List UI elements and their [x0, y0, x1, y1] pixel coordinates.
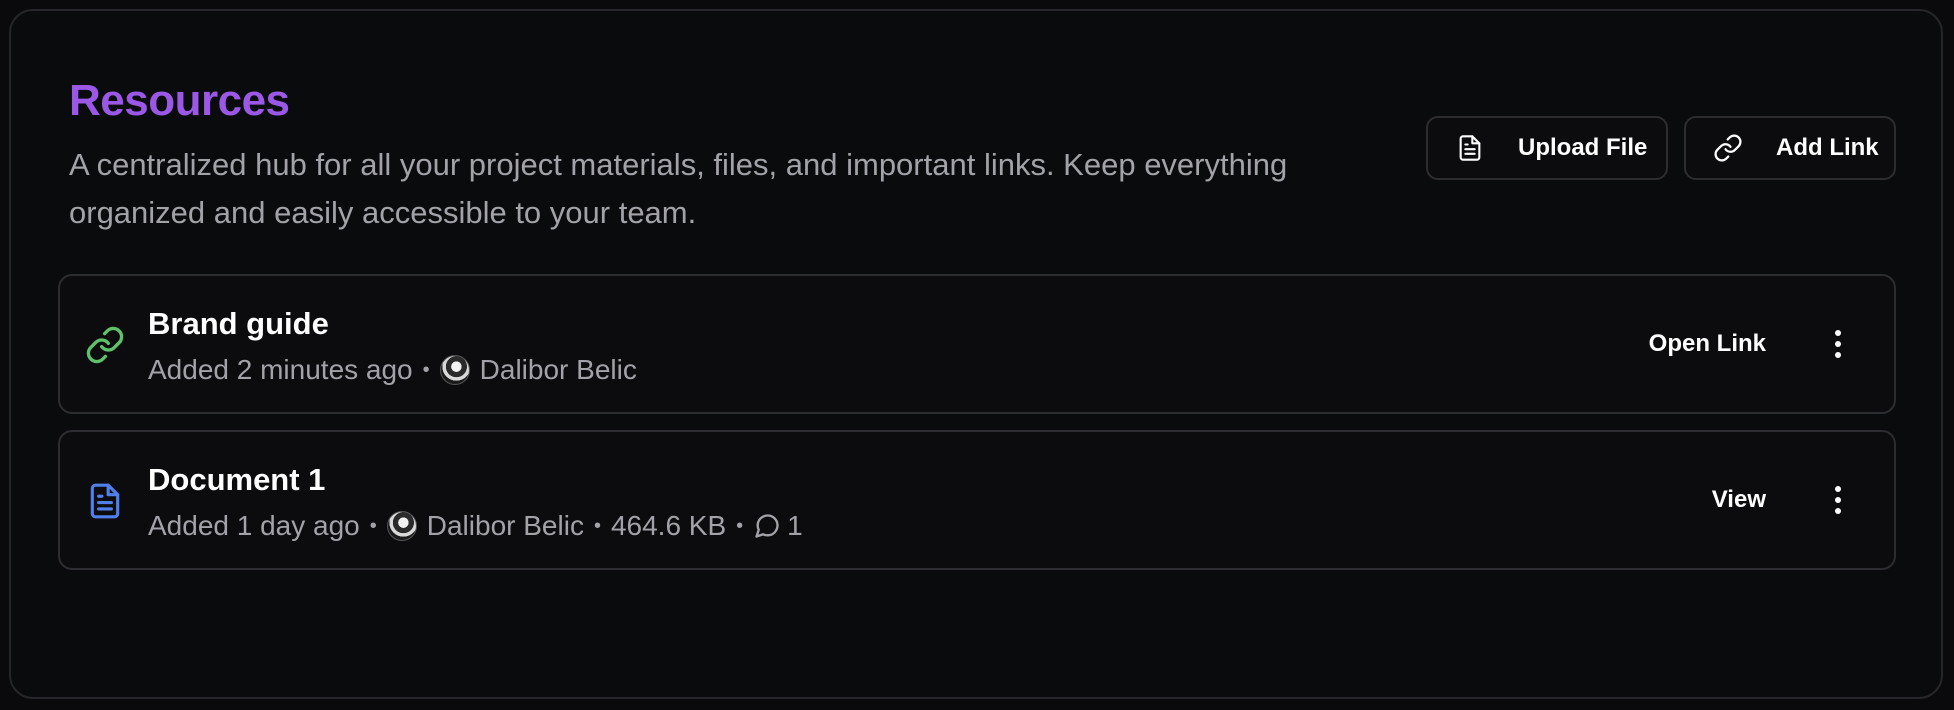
page-description: A centralized hub for all your project m… [69, 147, 1288, 230]
author-name: Dalibor Belic [479, 354, 637, 385]
resource-name[interactable]: Document 1 [148, 460, 325, 500]
file-size: 464.6 KB [610, 510, 727, 541]
view-button[interactable]: View [1712, 484, 1766, 516]
more-options-icon[interactable] [1828, 482, 1848, 518]
add-link-button[interactable]: Add Link [1684, 116, 1896, 180]
upload-file-label: Upload File [1518, 134, 1648, 161]
link-icon [84, 324, 126, 366]
comment-icon[interactable] [753, 512, 781, 540]
link-icon [1712, 132, 1744, 164]
more-options-icon[interactable] [1828, 326, 1848, 362]
separator: • [422, 359, 430, 381]
resource-item-document-1[interactable]: Document 1 Added 1 day ago • Dalibor Bel… [58, 430, 1896, 570]
separator: • [736, 515, 744, 537]
separator: • [593, 515, 601, 537]
resource-meta: Added 2 minutes ago • Dalibor Belic [148, 352, 637, 388]
avatar [439, 355, 470, 385]
page-title: Resources [69, 76, 290, 125]
added-time: Added 2 minutes ago [148, 354, 413, 385]
file-icon [1454, 132, 1486, 164]
author-name: Dalibor Belic [426, 510, 584, 541]
add-link-label: Add Link [1776, 134, 1879, 161]
avatar [386, 511, 417, 541]
upload-file-button[interactable]: Upload File [1426, 116, 1668, 180]
separator: • [369, 515, 377, 537]
added-time: Added 1 day ago [148, 510, 360, 541]
resource-meta: Added 1 day ago • Dalibor Belic • 464.6 … [148, 508, 803, 544]
document-icon [84, 480, 126, 522]
open-link-button[interactable]: Open Link [1649, 328, 1766, 360]
comment-count: 1 [787, 510, 803, 541]
resource-name[interactable]: Brand guide [148, 304, 329, 344]
resource-item-brand-guide[interactable]: Brand guide Added 2 minutes ago • Dalibo… [58, 274, 1896, 414]
